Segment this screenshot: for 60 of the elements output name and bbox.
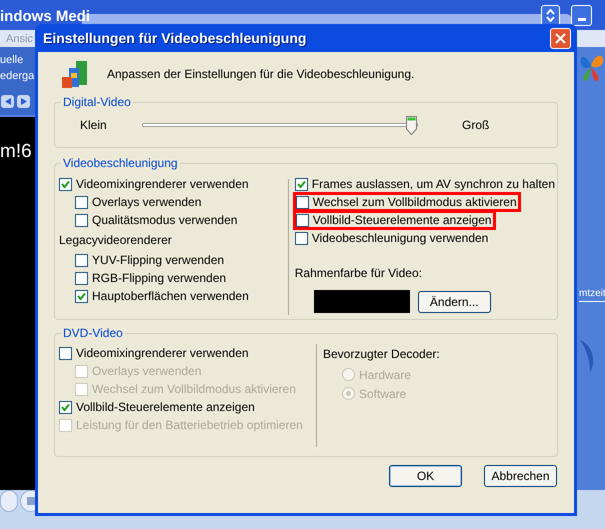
checkbox[interactable] xyxy=(75,254,88,266)
forward-button[interactable] xyxy=(17,95,30,108)
checkbox-label: Overlays verwenden xyxy=(92,363,202,379)
checkbox[interactable] xyxy=(59,346,72,360)
checkbox[interactable] xyxy=(296,214,309,226)
checkbox[interactable] xyxy=(59,178,72,190)
checkbox-label: Qualitätsmodus verwenden xyxy=(92,212,238,228)
minimize-icon xyxy=(578,18,586,21)
bar-chart-icon xyxy=(60,58,90,90)
group-label: Videobeschleunigung xyxy=(61,156,180,170)
radio-label: Hardware xyxy=(359,366,412,384)
change-button[interactable]: Ändern... xyxy=(418,290,491,312)
nav-label: ederga xyxy=(0,69,34,84)
checkbox-label: Videobeschleunigung verwenden xyxy=(312,230,488,246)
minimize-button[interactable] xyxy=(571,5,592,26)
checkbox[interactable] xyxy=(75,272,88,284)
checkbox-label: Vollbild-Steuerelemente anzeigen xyxy=(76,399,255,415)
checkbox-label: Videomixingrenderer verwenden xyxy=(76,345,249,361)
section-label: Legacyvideorenderer xyxy=(59,232,172,249)
ok-button[interactable]: OK xyxy=(389,465,462,487)
video-text: m!6 xyxy=(0,140,32,164)
checkbox[interactable] xyxy=(59,400,72,414)
color-label: Rahmenfarbe für Video: xyxy=(294,265,423,282)
left-arrow-icon xyxy=(4,98,10,105)
checkbox[interactable] xyxy=(294,178,308,190)
checkbox-label: Wechsel zum Vollbildmodus aktivieren xyxy=(92,381,296,397)
checkbox-label: Videomixingrenderer verwenden xyxy=(76,176,249,192)
dialog-title: Einstellungen für Videobeschleunigung xyxy=(43,28,306,48)
checkbox-label: Wechsel zum Vollbildmodus aktivieren xyxy=(312,194,517,210)
checkbox[interactable] xyxy=(75,290,88,302)
checkbox-label: Vollbild-Steuerelemente anzeigen xyxy=(312,212,492,228)
checkbox[interactable] xyxy=(75,196,88,208)
checkbox[interactable] xyxy=(296,196,309,208)
right-arrow-icon xyxy=(20,98,26,105)
checkbox-label: RGB-Flipping verwenden xyxy=(92,270,226,286)
player-title: indows Medi xyxy=(0,7,90,27)
stop-icon xyxy=(27,497,35,505)
swoosh-icon xyxy=(580,340,594,372)
close-button[interactable] xyxy=(550,28,571,48)
checkbox-label: Frames auslassen, um AV synchron zu halten xyxy=(312,176,555,192)
checkbox-label: Hauptoberflächen verwenden xyxy=(92,288,249,304)
group-label: DVD-Video xyxy=(61,326,125,340)
group-label: Digital-Video xyxy=(61,95,133,109)
checkbox-label: YUV-Flipping verwenden xyxy=(92,252,224,268)
slider-track[interactable] xyxy=(142,116,418,134)
up-down-icon xyxy=(546,9,555,22)
checkbox[interactable] xyxy=(75,214,88,226)
back-button[interactable] xyxy=(1,95,14,108)
close-icon xyxy=(555,32,566,44)
checkbox-label: Leistung für den Batteriebetrieb optimieren xyxy=(76,417,303,433)
checkbox[interactable] xyxy=(294,232,308,244)
checkbox-label: Overlays verwenden xyxy=(92,194,202,210)
slider-thumb[interactable] xyxy=(406,116,418,134)
cancel-button[interactable]: Abbrechen xyxy=(484,465,557,487)
nav-label: uelle xyxy=(0,53,24,68)
radio-label: Software xyxy=(359,386,406,402)
slider-max-label: Groß xyxy=(462,117,490,134)
slider-min-label: Klein xyxy=(80,117,108,134)
description-text: Anpassen der Einstellungen für die Videobeschleunigung. xyxy=(107,66,414,83)
decoder-label: Bevorzugter Decoder: xyxy=(323,346,441,363)
